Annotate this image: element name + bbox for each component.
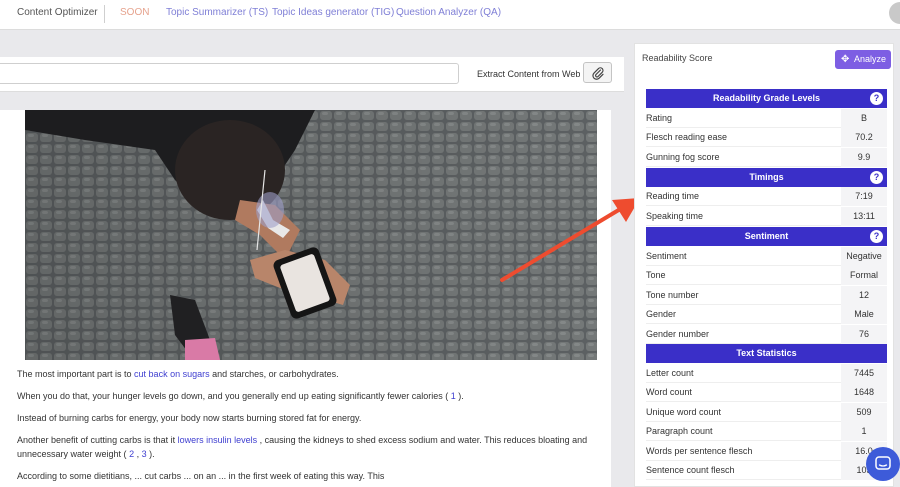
top-nav: Content Optimizer SOON Topic Summarizer … bbox=[0, 0, 900, 30]
paperclip-icon bbox=[592, 67, 604, 80]
nav-divider bbox=[104, 5, 105, 23]
stat-row-tone-number: Tone number 12 bbox=[646, 286, 887, 305]
paragraph: The most important part is to cut back o… bbox=[17, 369, 339, 379]
sparkle-icon: ✥ bbox=[841, 54, 850, 65]
article-text[interactable]: The most important part is to cut back o… bbox=[17, 367, 597, 487]
stat-row-gunning-fog: Gunning fog score 9.9 bbox=[646, 148, 887, 167]
stat-row-paragraph-count: Paragraph count 1 bbox=[646, 422, 887, 441]
section-header-timings: Timings ? bbox=[646, 168, 887, 187]
nav-soon-badge: SOON bbox=[120, 7, 150, 18]
stat-row-unique-word-count: Unique word count 509 bbox=[646, 403, 887, 422]
stat-row-reading-time: Reading time 7:19 bbox=[646, 187, 887, 206]
analyze-button[interactable]: ✥ Analyze bbox=[835, 50, 891, 69]
stat-row-gender: Gender Male bbox=[646, 305, 887, 324]
stat-row-sentiment: Sentiment Negative bbox=[646, 247, 887, 266]
stat-row-sentence-count: Sentence count flesch 103 bbox=[646, 461, 887, 480]
chat-widget-button[interactable] bbox=[866, 447, 900, 481]
chat-icon bbox=[875, 456, 891, 470]
paragraph: Another benefit of cutting carbs is that… bbox=[17, 435, 588, 459]
nav-content-optimizer[interactable]: Content Optimizer bbox=[17, 7, 98, 18]
nav-topic-summarizer[interactable]: Topic Summarizer (TS) bbox=[166, 7, 268, 18]
url-input[interactable] bbox=[0, 63, 459, 84]
article-link[interactable]: cut back on sugars bbox=[134, 369, 210, 379]
paragraph: When you do that, your hunger levels go … bbox=[17, 391, 464, 401]
stat-row-tone: Tone Formal bbox=[646, 266, 887, 285]
question-icon[interactable]: ? bbox=[870, 171, 883, 184]
nav-topic-ideas-generator[interactable]: Topic Ideas generator (TIG) bbox=[272, 7, 394, 18]
extract-content-button[interactable] bbox=[583, 62, 612, 83]
extract-content-label: Extract Content from Web bbox=[477, 69, 581, 79]
nav-question-analyzer[interactable]: Question Analyzer (QA) bbox=[396, 7, 501, 18]
stat-row-flesch-reading-ease: Flesch reading ease 70.2 bbox=[646, 128, 887, 147]
question-icon[interactable]: ? bbox=[870, 92, 883, 105]
stat-row-gender-number: Gender number 76 bbox=[646, 325, 887, 344]
question-icon[interactable]: ? bbox=[870, 230, 883, 243]
section-header-readability: Readability Grade Levels ? bbox=[646, 89, 887, 108]
article-link[interactable]: lowers insulin levels bbox=[178, 435, 258, 445]
user-avatar[interactable] bbox=[889, 2, 900, 24]
editor-content[interactable]: The most important part is to cut back o… bbox=[0, 110, 611, 487]
stat-row-rating: Rating B bbox=[646, 109, 887, 128]
annotation-arrow-icon bbox=[500, 198, 640, 282]
stat-row-words-per-sentence: Words per sentence flesch 16.0 bbox=[646, 442, 887, 461]
paragraph: Instead of burning carbs for energy, you… bbox=[17, 413, 362, 423]
stat-row-speaking-time: Speaking time 13:11 bbox=[646, 207, 887, 226]
section-header-sentiment: Sentiment ? bbox=[646, 227, 887, 246]
stat-row-letter-count: Letter count 7445 bbox=[646, 364, 887, 383]
readability-panel: Readability Score ✥ Analyze Readability … bbox=[634, 43, 894, 487]
editor-toolbar: Extract Content from Web bbox=[0, 57, 624, 92]
panel-title: Readability Score bbox=[642, 53, 713, 63]
section-header-text-statistics: Text Statistics bbox=[646, 344, 887, 363]
stat-row-word-count: Word count 1648 bbox=[646, 383, 887, 402]
paragraph: According to some dietitians, ... cut ca… bbox=[17, 471, 385, 481]
